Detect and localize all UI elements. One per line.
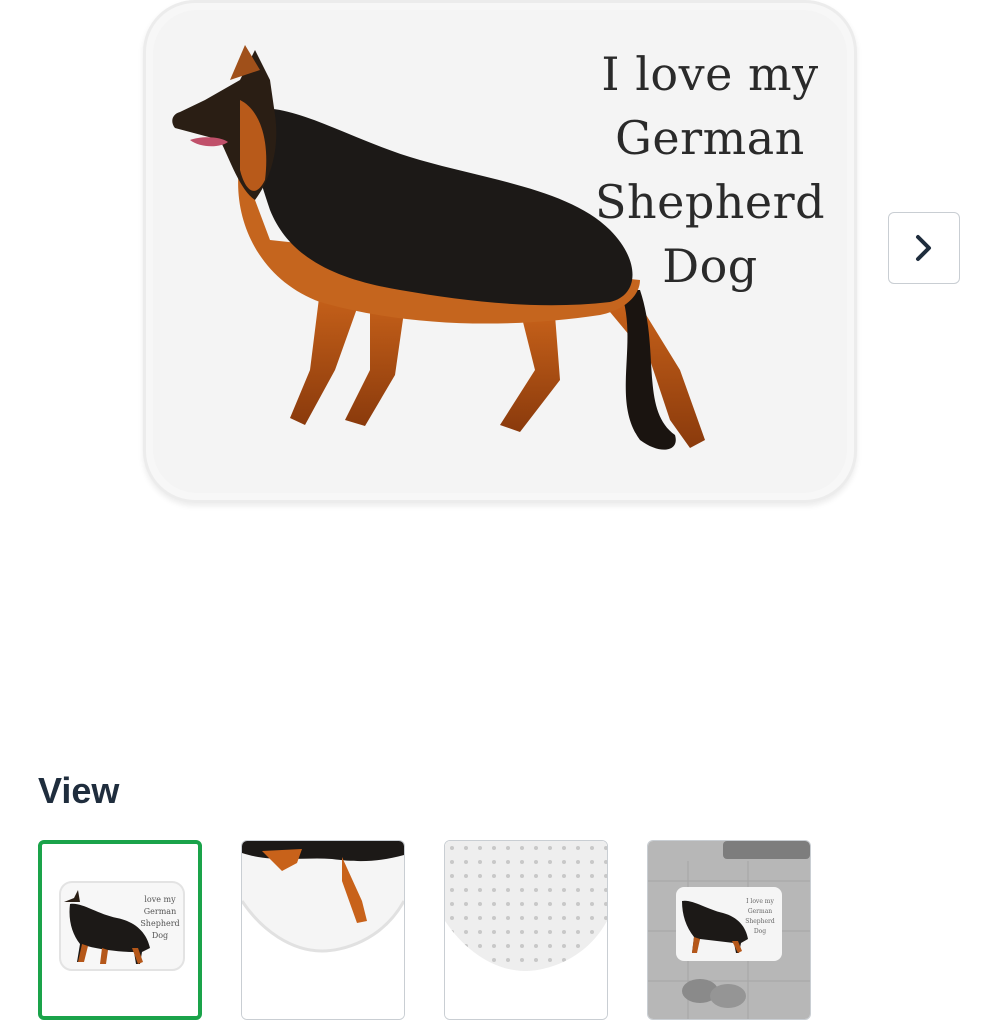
svg-text:German: German xyxy=(748,908,772,915)
next-image-button[interactable] xyxy=(888,212,960,284)
mat-caption-line: Shepherd xyxy=(594,175,826,229)
thumbnail-bathroom-scene[interactable]: I love my German Shepherd Dog xyxy=(647,840,811,1020)
chevron-right-icon xyxy=(916,235,931,261)
thumbnail-corner-closeup[interactable] xyxy=(241,840,405,1020)
svg-text:love my: love my xyxy=(144,895,176,904)
svg-text:German: German xyxy=(144,907,176,916)
svg-text:Shepherd: Shepherd xyxy=(140,919,179,928)
svg-text:I love my: I love my xyxy=(746,898,774,905)
thumbnail-back-view[interactable] xyxy=(444,840,608,1020)
mat-caption-line: German xyxy=(615,111,805,165)
mat-caption-line: Dog xyxy=(662,239,758,293)
product-image-gallery: I love my German Shepherd Dog xyxy=(0,0,999,600)
svg-text:Dog: Dog xyxy=(754,928,766,935)
svg-text:Shepherd: Shepherd xyxy=(745,918,775,925)
mat-caption: I love my German Shepherd Dog xyxy=(580,42,840,298)
mat-caption-line: I love my xyxy=(601,47,819,101)
thumbnail-front-view[interactable]: love my German Shepherd Dog xyxy=(38,840,202,1020)
view-section-title: View xyxy=(38,770,120,811)
svg-text:Dog: Dog xyxy=(152,931,168,940)
